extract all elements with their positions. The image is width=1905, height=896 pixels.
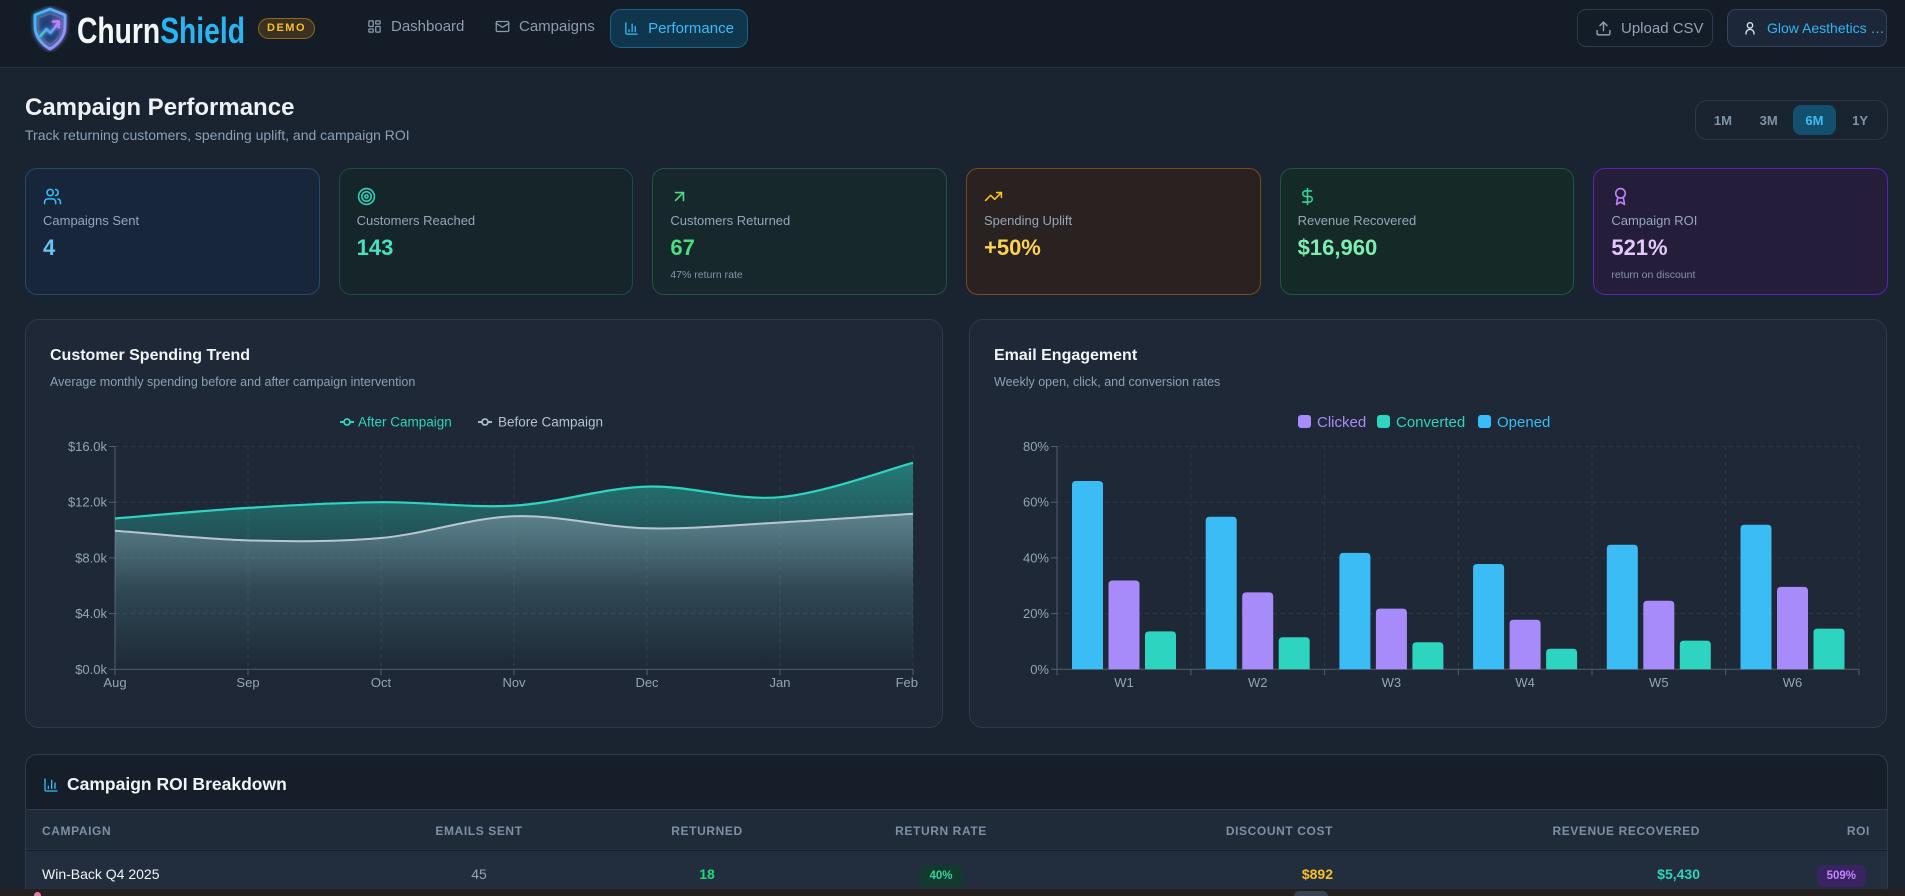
svg-text:Oct: Oct [371,675,392,690]
svg-text:Dec: Dec [635,675,659,690]
svg-text:W6: W6 [1783,675,1803,690]
svg-text:40%: 40% [1023,550,1049,565]
svg-text:0%: 0% [1030,662,1049,677]
svg-text:20%: 20% [1023,606,1049,621]
svg-text:$8.0k: $8.0k [75,550,107,565]
svg-text:Aug: Aug [103,675,126,690]
svg-text:$12.0k: $12.0k [68,495,108,510]
svg-text:W1: W1 [1114,675,1134,690]
svg-text:60%: 60% [1023,495,1049,510]
svg-text:Opened: Opened [1497,414,1550,431]
svg-text:Converted: Converted [1396,414,1465,431]
svg-text:W5: W5 [1649,675,1669,690]
svg-text:W2: W2 [1248,675,1268,690]
svg-text:Sep: Sep [236,675,259,690]
svg-text:W3: W3 [1382,675,1402,690]
svg-text:Clicked: Clicked [1317,414,1366,431]
svg-text:Feb: Feb [896,675,918,690]
svg-text:$4.0k: $4.0k [75,606,107,621]
svg-text:W4: W4 [1515,675,1535,690]
svg-text:$16.0k: $16.0k [68,439,108,454]
svg-text:Jan: Jan [770,675,791,690]
svg-text:Before Campaign: Before Campaign [498,415,603,430]
svg-text:80%: 80% [1023,439,1049,454]
svg-text:After Campaign: After Campaign [358,415,452,430]
svg-text:Nov: Nov [502,675,526,690]
